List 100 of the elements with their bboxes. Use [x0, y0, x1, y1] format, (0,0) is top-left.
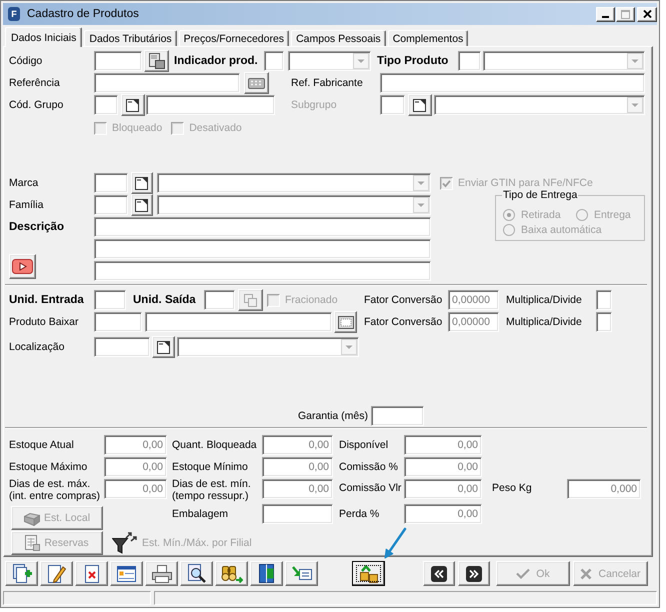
annotation-arrow [384, 527, 408, 560]
field-label: Embalagem [172, 507, 230, 522]
lookup-button[interactable] [408, 94, 432, 116]
app-icon: F [8, 7, 20, 21]
field-label: Peso Kg [492, 481, 533, 496]
field-label: Dias de est. mín. (tempo ressupr.) [172, 479, 252, 502]
funnel-icon [112, 532, 137, 554]
lookup-button[interactable] [152, 336, 175, 358]
caret-icon [413, 197, 429, 213]
input-field[interactable] [94, 51, 142, 71]
page-magnifier-icon [187, 564, 206, 583]
cross-icon [580, 568, 592, 580]
input-field[interactable] [94, 217, 431, 237]
input-field[interactable] [262, 504, 333, 524]
dropdown[interactable] [157, 173, 431, 193]
field-label: Descrição [9, 221, 65, 233]
input-field[interactable]: 0,00 [404, 479, 482, 499]
next-button[interactable] [458, 561, 490, 586]
input-field[interactable] [204, 290, 235, 310]
field-label: Fator Conversão [364, 294, 444, 306]
minimize-button[interactable] [596, 6, 615, 22]
radio-label: Retirada [521, 208, 561, 220]
field-label: Unid. Entrada [9, 294, 85, 306]
input-field[interactable] [371, 406, 424, 426]
input-field[interactable]: 0,00 [262, 479, 333, 499]
dropdown[interactable] [483, 51, 645, 71]
input-field[interactable] [94, 239, 431, 259]
field-label: Referência [9, 77, 61, 89]
tab[interactable]: Preços/Fornecedores [178, 30, 290, 46]
radio-label: Baixa automática [521, 224, 602, 236]
input-field[interactable]: 0,00 [262, 457, 333, 477]
input-field[interactable] [94, 337, 150, 357]
group-box-title: Tipo de Entrega [502, 189, 578, 202]
input-field[interactable] [458, 51, 481, 71]
input-field[interactable]: 0,00 [404, 435, 482, 455]
input-field[interactable] [596, 290, 612, 310]
input-field[interactable]: 0,00000 [448, 290, 499, 310]
input-field[interactable]: 0,000 [567, 479, 641, 499]
input-field[interactable] [94, 290, 126, 310]
play-button[interactable] [9, 254, 36, 279]
input-field[interactable]: 0,00 [104, 435, 167, 455]
input-field[interactable] [596, 312, 612, 332]
double-chevron-right-icon [466, 566, 482, 582]
screen-button[interactable] [334, 311, 357, 333]
play-icon [12, 259, 33, 274]
door-icon [259, 564, 274, 583]
field-label: Ref. Fabricante [291, 77, 364, 89]
field-label: Multiplica/Divide [506, 294, 583, 306]
field-label: Família [9, 199, 44, 211]
dropdown[interactable] [157, 195, 431, 215]
lookup-button[interactable] [121, 94, 145, 116]
lookup-button[interactable] [131, 172, 153, 194]
units-button[interactable] [238, 289, 263, 311]
input-field[interactable] [380, 95, 405, 115]
input-field[interactable] [94, 95, 118, 115]
search-code-button[interactable] [144, 50, 169, 72]
input-field[interactable]: 0,00 [262, 435, 333, 455]
input-field[interactable] [380, 73, 645, 93]
dropdown[interactable] [288, 51, 371, 71]
copy-icon [244, 294, 257, 306]
input-field[interactable]: 0,00 [104, 457, 167, 477]
arrow-card-icon [292, 566, 312, 581]
input-field[interactable]: 0,00000 [448, 312, 499, 332]
close-button[interactable] [637, 6, 657, 22]
toolbar-button[interactable] [352, 561, 385, 586]
tab[interactable]: Dados Tributários [84, 30, 177, 46]
keypad-button[interactable] [244, 72, 269, 94]
caret-icon [627, 97, 643, 113]
dropdown[interactable] [434, 95, 645, 115]
field-label: Estoque Atual [9, 439, 75, 451]
checkbox-label: Desativado [189, 122, 242, 134]
tab[interactable]: Dados Iniciais [5, 27, 82, 47]
window-title: Cadastro de Produtos [27, 8, 140, 20]
input-field[interactable]: 0,00 [404, 457, 482, 477]
document-icon [25, 535, 40, 551]
tab[interactable]: Campos Pessoais [291, 30, 386, 46]
page-icon [135, 198, 149, 212]
dropdown[interactable] [177, 337, 359, 357]
boxes-icon [360, 564, 378, 582]
lookup-button[interactable] [131, 194, 153, 216]
previous-button[interactable] [423, 561, 455, 586]
input-field[interactable] [264, 51, 284, 71]
field-label: Perda % [339, 507, 380, 522]
field-label: Indicador prod. [174, 55, 259, 67]
box-icon [24, 510, 40, 526]
tab[interactable]: Complementos [388, 30, 468, 46]
caret-icon [413, 175, 429, 191]
input-field[interactable] [94, 261, 431, 281]
input-field[interactable]: 0,00 [104, 479, 167, 499]
input-field[interactable] [94, 195, 128, 215]
input-field[interactable] [145, 312, 332, 332]
screen-icon [338, 316, 354, 328]
input-field[interactable] [94, 173, 128, 193]
input-field[interactable] [146, 95, 275, 115]
input-field[interactable]: 0,00 [404, 504, 482, 524]
checkbox-label: Bloqueado [112, 122, 162, 134]
input-field[interactable] [94, 73, 240, 93]
minimize-icon [602, 16, 609, 18]
field-label: Tipo Produto [377, 55, 450, 67]
input-field[interactable] [94, 312, 142, 332]
